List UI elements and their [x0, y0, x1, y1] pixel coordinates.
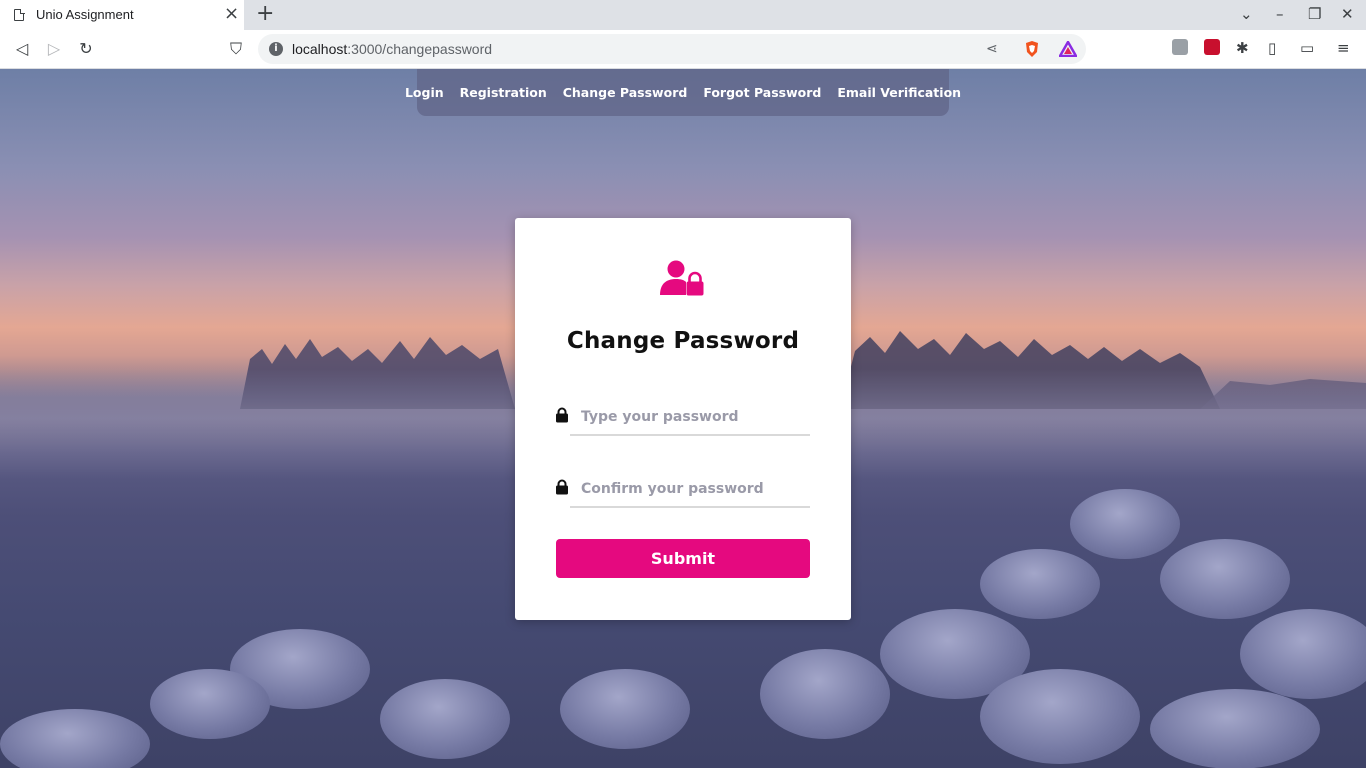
url-host: localhost	[292, 41, 348, 57]
change-password-card: Change Password Submit	[515, 218, 851, 620]
page-favicon-icon	[14, 8, 25, 21]
brave-shields-icon[interactable]	[1024, 40, 1040, 58]
tab-title: Unio Assignment	[36, 7, 134, 22]
password-input[interactable]	[570, 399, 810, 436]
confirm-password-input[interactable]	[570, 471, 810, 508]
snow-mound	[1160, 539, 1290, 619]
close-window-icon[interactable]: ✕	[1341, 4, 1354, 24]
nav-link-change-password[interactable]: Change Password	[563, 85, 688, 100]
nav-link-registration[interactable]: Registration	[460, 85, 547, 100]
snow-mound	[980, 549, 1100, 619]
snow-mound	[760, 649, 890, 739]
tab-close-icon[interactable]: ×	[224, 4, 239, 24]
sidebar-toggle-icon[interactable]: ▯	[1268, 38, 1276, 58]
lock-icon	[556, 407, 568, 423]
nav-link-email-verification[interactable]: Email Verification	[837, 85, 961, 100]
top-navigation: Login Registration Change Password Forgo…	[405, 69, 961, 116]
extension-red-icon[interactable]	[1204, 39, 1220, 55]
browser-tabstrip: Unio Assignment × + ⌄ – ❐ ✕	[0, 0, 1366, 30]
snow-mound	[560, 669, 690, 749]
password-field	[555, 399, 810, 439]
user-lock-icon	[660, 260, 704, 296]
share-icon[interactable]: ⋖	[986, 40, 998, 58]
bookmark-icon[interactable]: ⛉	[224, 38, 248, 60]
snow-mound	[1150, 689, 1320, 768]
extension-profile-icon[interactable]	[1172, 39, 1188, 55]
minimize-window-icon[interactable]: –	[1276, 4, 1284, 24]
snow-mound	[1070, 489, 1180, 559]
snow-mound	[0, 709, 150, 768]
tab-search-chevron-icon[interactable]: ⌄	[1240, 4, 1253, 24]
wallet-icon[interactable]: ▭	[1300, 38, 1314, 58]
reload-icon[interactable]: ↻	[74, 38, 98, 60]
page-viewport: Login Registration Change Password Forgo…	[0, 69, 1366, 768]
menu-icon[interactable]: ≡	[1337, 38, 1350, 58]
url-path: :3000/changepassword	[347, 41, 493, 57]
snow-mound	[380, 679, 510, 759]
forward-icon[interactable]: ▷	[42, 38, 66, 60]
confirm-password-field	[555, 471, 810, 511]
snow-mound	[150, 669, 270, 739]
nav-link-forgot-password[interactable]: Forgot Password	[703, 85, 821, 100]
new-tab-icon[interactable]: +	[256, 2, 274, 26]
back-icon[interactable]: ◁	[10, 38, 34, 60]
brave-rewards-icon[interactable]	[1059, 41, 1077, 57]
snow-mound	[980, 669, 1140, 764]
site-info-icon[interactable]: i	[269, 42, 283, 56]
nav-link-login[interactable]: Login	[405, 85, 444, 100]
submit-button[interactable]: Submit	[556, 539, 810, 578]
lock-icon	[556, 479, 568, 495]
extensions-puzzle-icon[interactable]: ✱	[1236, 38, 1249, 58]
address-url[interactable]: localhost:3000/changepassword	[292, 41, 492, 57]
browser-tab-active[interactable]: Unio Assignment ×	[0, 0, 244, 30]
browser-toolbar: ◁ ▷ ↻ ⛉ i localhost:3000/changepassword …	[0, 30, 1366, 69]
snow-mound	[1240, 609, 1366, 699]
restore-window-icon[interactable]: ❐	[1308, 4, 1321, 24]
page-title: Change Password	[566, 328, 800, 354]
address-bar[interactable]: i localhost:3000/changepassword ⋖	[258, 34, 1086, 64]
